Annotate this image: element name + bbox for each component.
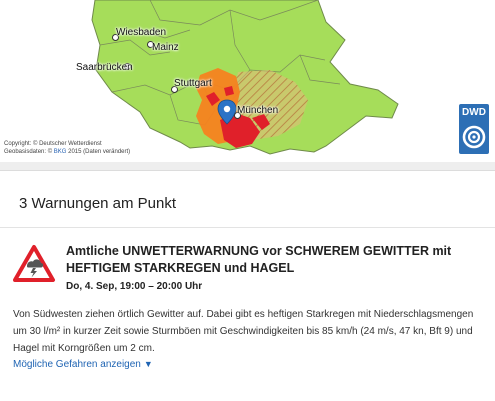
warning-title: Amtliche UNWETTERWARNUNG vor SCHWEREM GE… [66,244,452,275]
city-label-saarbruecken: Saarbrücken [76,62,133,73]
warnings-panel: 3 Warnungen am Punkt Amtliche UNWETTERWA… [0,170,495,401]
bkg-link[interactable]: BKG [54,149,67,155]
show-possible-dangers-link[interactable]: Mögliche Gefahren anzeigen ▼ [13,359,153,370]
panel-divider [0,227,495,228]
city-label-stuttgart: Stuttgart [174,78,212,89]
section-separator [0,162,495,170]
city-label-mainz: Mainz [152,42,179,53]
warning-time: Do, 4. Sep, 19:00 – 20:00 Uhr [66,281,203,292]
triangle-down-icon: ▼ [143,359,153,369]
city-label-wiesbaden: Wiesbaden [116,27,167,38]
map-copyright: Copyright: © Deutscher Wetterdienst Geob… [4,140,130,156]
copyright-suffix: 2015 (Daten verändert) [66,149,131,155]
dwd-logo: DWD [459,104,489,154]
dwd-logo-text: DWD [462,107,486,118]
dwd-swirl-icon [462,125,486,149]
show-possible-dangers-label: Mögliche Gefahren anzeigen [13,359,141,370]
thunderstorm-warning-icon [12,244,56,289]
city-label-muenchen: München [237,105,279,116]
warnings-count-title: 3 Warnungen am Punkt [19,195,177,212]
copyright-line-2: Geobasisdaten: © BKG 2015 (Daten verände… [4,148,130,156]
copyright-line-1: Copyright: © Deutscher Wetterdienst [4,141,102,147]
copyright-prefix: Geobasisdaten: © [4,149,54,155]
map-canvas [91,0,399,155]
warning-description: Von Südwesten ziehen örtlich Gewitter au… [13,309,474,354]
warning-map[interactable]: Wiesbaden Mainz Saarbrücken Stuttgart Mü… [0,0,495,162]
